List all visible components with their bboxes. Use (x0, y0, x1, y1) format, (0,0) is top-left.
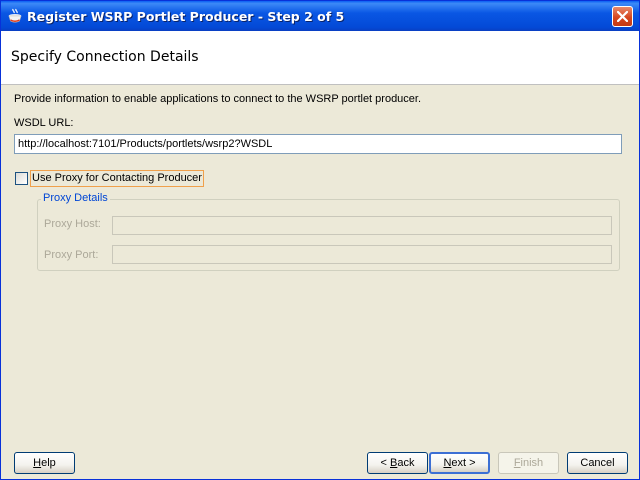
coffee-cup-icon (7, 8, 23, 24)
proxy-host-label: Proxy Host: (44, 218, 101, 230)
back-button[interactable]: < Back (367, 452, 428, 474)
next-button[interactable]: Next > (429, 452, 490, 474)
description-text: Provide information to enable applicatio… (14, 93, 422, 105)
close-button[interactable] (612, 6, 633, 27)
wizard-header: Specify Connection Details (1, 31, 639, 85)
proxy-port-label: Proxy Port: (44, 249, 99, 261)
cancel-button[interactable]: Cancel (567, 452, 628, 474)
proxy-details-legend: Proxy Details (41, 192, 110, 204)
title-bar[interactable]: Register WSRP Portlet Producer - Step 2 … (1, 1, 639, 31)
wsdl-url-input[interactable] (14, 134, 622, 154)
window-title: Register WSRP Portlet Producer - Step 2 … (27, 9, 345, 24)
wsdl-url-label: WSDL URL: (14, 117, 74, 129)
proxy-port-input[interactable] (112, 245, 612, 264)
proxy-host-input[interactable] (112, 216, 612, 235)
help-button[interactable]: Help (14, 452, 75, 474)
finish-button[interactable]: Finish (498, 452, 559, 474)
dialog-window: Register WSRP Portlet Producer - Step 2 … (0, 0, 640, 480)
close-icon (617, 11, 628, 22)
use-proxy-checkbox[interactable] (15, 172, 28, 185)
page-title: Specify Connection Details (11, 49, 199, 65)
use-proxy-label[interactable]: Use Proxy for Contacting Producer (30, 170, 204, 187)
